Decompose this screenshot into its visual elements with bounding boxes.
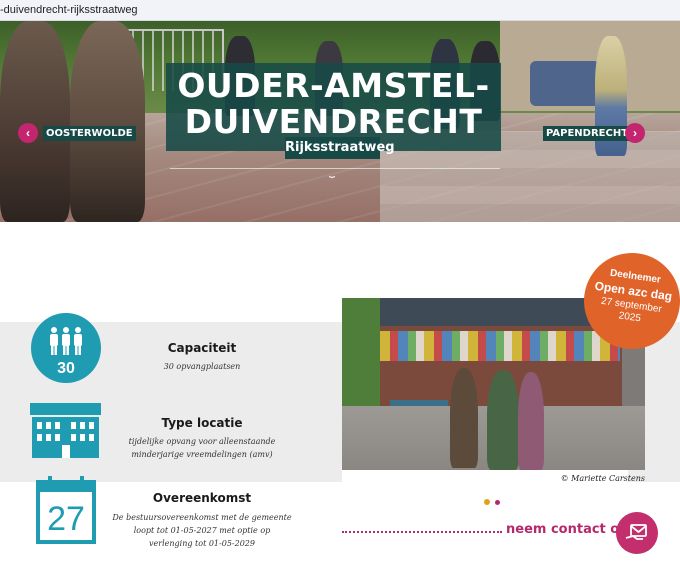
agreement-text-line3: verlenging tot 01-05-2029 bbox=[149, 539, 255, 548]
contact-dotted-line bbox=[342, 531, 502, 533]
page-title-line1: OUDER-AMSTEL- bbox=[177, 66, 490, 105]
photo-person bbox=[518, 372, 544, 470]
photo-person bbox=[487, 370, 519, 470]
location-type-title: Type locatie bbox=[161, 416, 243, 430]
page-title-line2: DUIVENDRECHT bbox=[184, 102, 483, 141]
page-subtitle: Rijksstraatweg bbox=[285, 137, 395, 159]
capacity-title: Capaciteit bbox=[167, 341, 237, 355]
hero-photo-person bbox=[70, 21, 145, 222]
next-location-button[interactable]: › bbox=[625, 123, 645, 143]
photo-caption: © Mariette Carstens bbox=[560, 474, 645, 483]
contact-button[interactable] bbox=[616, 512, 658, 554]
agreement-title: Overeenkomst bbox=[152, 491, 252, 505]
building-icon bbox=[30, 403, 101, 458]
capacity-icon: 30 bbox=[31, 313, 101, 383]
photo-person bbox=[450, 368, 478, 468]
next-location-label[interactable]: PAPENDRECHT bbox=[543, 126, 632, 141]
location-type-text-line2: minderjarige vreemdelingen (amv) bbox=[131, 450, 273, 459]
contact-link[interactable]: neem contact op bbox=[506, 522, 629, 537]
scroll-down-icon[interactable]: ⏟ bbox=[320, 168, 344, 178]
carousel-dot-active[interactable] bbox=[484, 499, 490, 505]
address-bar[interactable]: -duivendrecht-rijksstraatweg bbox=[0, 0, 680, 21]
photo-tree bbox=[342, 298, 380, 408]
people-icon bbox=[50, 327, 82, 355]
capacity-text: 30 opvangplaatsen bbox=[163, 362, 241, 371]
hero-photo-person bbox=[0, 21, 70, 222]
location-type-text-line1: tijdelijke opvang voor alleenstaande bbox=[128, 437, 276, 446]
carousel-dots bbox=[484, 498, 504, 506]
calendar-icon: 27 bbox=[36, 476, 96, 544]
prev-location-label[interactable]: OOSTERWOLDE bbox=[43, 126, 136, 141]
capacity-icon-value: 30 bbox=[57, 360, 75, 377]
hero-banner: OUDER-AMSTEL- DUIVENDRECHT Rijksstraatwe… bbox=[0, 21, 680, 222]
photo-table bbox=[390, 400, 448, 406]
url-text: -duivendrecht-rijksstraatweg bbox=[0, 4, 138, 16]
agreement-text-line2: loopt tot 01-05-2027 met optie op bbox=[133, 526, 271, 535]
agreement-text-line1: De bestuursovereenkomst met de gemeente bbox=[112, 513, 292, 522]
photo-mural bbox=[380, 331, 620, 361]
calendar-icon-value: 27 bbox=[47, 500, 85, 538]
prev-location-button[interactable]: ‹ bbox=[18, 123, 38, 143]
hero-photo-bikes bbox=[530, 61, 600, 106]
carousel-dot[interactable] bbox=[495, 500, 500, 505]
hand-envelope-icon bbox=[625, 524, 647, 540]
